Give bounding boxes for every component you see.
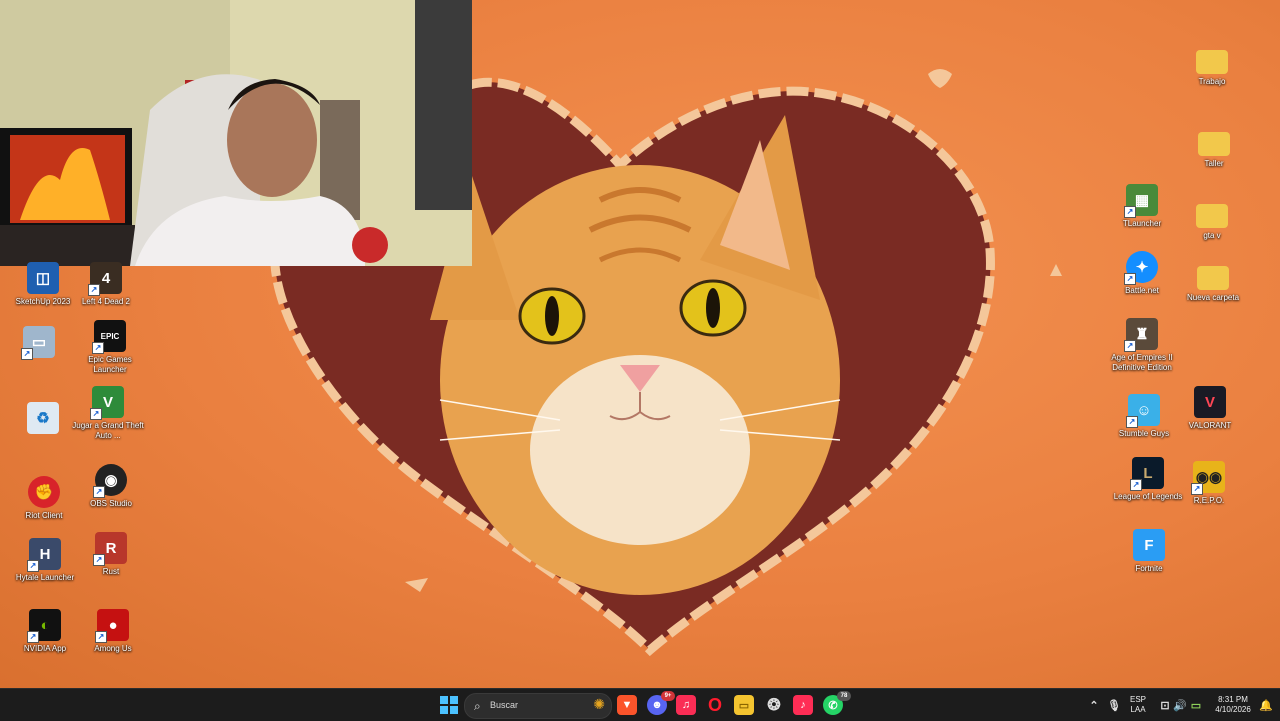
desktop-icon-stumble-guys[interactable]: ☺ ↗ Stumble Guys — [1106, 394, 1182, 439]
desktop-icon-gta-v-folder[interactable]: gta v — [1174, 200, 1250, 241]
among-us-icon: ● ↗ — [95, 609, 129, 643]
desktop-icon-obs-studio[interactable]: ◉ ↗ OBS Studio — [73, 464, 149, 509]
desktop-icon-riot-client[interactable]: ✊ Riot Client — [6, 476, 82, 521]
search-icon: ⌕ — [474, 699, 481, 713]
whatsapp-icon[interactable]: ✆ 78 — [823, 691, 851, 715]
clock-time: 8:31 PM — [1218, 695, 1248, 704]
webcam-feed-image — [0, 0, 472, 266]
desktop-icon-trabajo[interactable]: Trabajo — [1174, 46, 1250, 87]
shortcut-monitor-icon: ▭ ↗ — [21, 326, 55, 360]
repo-icon: ◉◉ ↗ — [1191, 461, 1225, 495]
age-of-empires-icon: ♜ ↗ — [1124, 318, 1158, 352]
search-highlight-icon: ✺ — [593, 696, 605, 712]
taskbar-search-box[interactable]: ⌕ Buscar ✺ — [464, 693, 612, 719]
desktop-icon-battlenet[interactable]: ✦ ↗ Battle.net — [1104, 251, 1180, 296]
desktop-icon-taller[interactable]: Taller — [1176, 128, 1252, 169]
valorant-icon: V — [1194, 386, 1226, 418]
desktop-icon-valorant[interactable]: V VALORANT — [1172, 386, 1248, 431]
folder-icon — [1197, 266, 1229, 290]
gta-v-icon: V ↗ — [90, 386, 124, 420]
nvidia-icon: ◐ ↗ — [27, 609, 61, 643]
desktop-icon-gta-v[interactable]: V ↗ Jugar a Grand Theft Auto ... — [70, 386, 146, 441]
chevron-up-icon[interactable]: ⌃ — [1084, 695, 1104, 715]
brave-icon[interactable]: ▼ — [617, 695, 637, 715]
chatgpt-icon[interactable]: ❂ — [764, 695, 784, 715]
battlenet-icon: ✦ ↗ — [1124, 251, 1158, 285]
desktop-icon-left4dead2[interactable]: 4 ↗ Left 4 Dead 2 — [68, 262, 144, 307]
desktop-icon-shortcut[interactable]: ▭ ↗ — [1, 326, 77, 361]
desktop-icon-rust[interactable]: R ↗ Rust — [73, 532, 149, 577]
league-of-legends-icon: L ↗ — [1130, 457, 1164, 491]
apple-music-icon[interactable]: ♫ — [676, 695, 696, 715]
desktop-icon-repo[interactable]: ◉◉ ↗ R.E.P.O. — [1171, 461, 1247, 506]
discord-badge: 9+ — [661, 691, 675, 701]
language-indicator[interactable]: ESP LAA — [1126, 695, 1150, 715]
windows-start-icon[interactable] — [439, 695, 459, 715]
battery-icon[interactable]: ▭ — [1186, 695, 1206, 715]
left4dead2-icon: 4 ↗ — [88, 262, 122, 296]
desktop-icon-age-of-empires[interactable]: ♜ ↗ Age of Empires II Definitive Edition — [1104, 318, 1180, 373]
desktop-icon-hytale[interactable]: H ↗ Hytale Launcher — [7, 538, 83, 583]
folder-icon — [1196, 50, 1228, 74]
desktop-icon-nvidia[interactable]: ◐ ↗ NVIDIA App — [7, 609, 83, 654]
opera-icon[interactable]: O — [705, 695, 725, 715]
stumble-guys-icon: ☺ ↗ — [1126, 394, 1160, 428]
notification-bell-icon[interactable]: 🔔 — [1256, 695, 1276, 715]
desktop-icon-fortnite[interactable]: F Fortnite — [1111, 529, 1187, 574]
desktop-icon-nueva-carpeta[interactable]: Nueva carpeta — [1175, 262, 1251, 303]
epic-games-icon: EPIC ↗ — [92, 320, 126, 354]
webcam-overlay — [0, 0, 472, 266]
tiktok-icon[interactable]: ♪ — [793, 695, 813, 715]
sketchup-icon: ◫ — [27, 262, 59, 294]
whatsapp-badge: 78 — [837, 691, 851, 701]
hytale-icon: H ↗ — [27, 538, 61, 572]
riot-client-icon: ✊ — [28, 476, 60, 508]
clock-date: 4/10/2026 — [1215, 705, 1251, 714]
microphone-icon[interactable]: 🎙 — [1104, 695, 1124, 715]
clock[interactable]: 8:31 PM 4/10/2026 — [1208, 695, 1258, 715]
taskbar: ⌕ Buscar ✺ ▼ ☻ 9+ ♫ O ▭ ❂ ♪ ✆ 78 ⌃ 🎙 ESP… — [0, 688, 1280, 721]
recycle-bin-icon: ♻ — [27, 402, 59, 434]
discord-icon[interactable]: ☻ 9+ — [647, 691, 675, 715]
folder-icon — [1196, 204, 1228, 228]
fortnite-icon: F — [1133, 529, 1165, 561]
desktop-icon-epic-games[interactable]: EPIC ↗ Epic Games Launcher — [72, 320, 148, 375]
rust-icon: R ↗ — [93, 532, 127, 566]
search-placeholder: Buscar — [490, 700, 519, 710]
desktop-icon-among-us[interactable]: ● ↗ Among Us — [75, 609, 151, 654]
obs-studio-icon: ◉ ↗ — [93, 464, 127, 498]
file-explorer-icon[interactable]: ▭ — [734, 695, 754, 715]
desktop-icon-tlauncher[interactable]: ▦ ↗ TLauncher — [1104, 184, 1180, 229]
tlauncher-icon: ▦ ↗ — [1124, 184, 1158, 218]
folder-icon — [1198, 132, 1230, 156]
